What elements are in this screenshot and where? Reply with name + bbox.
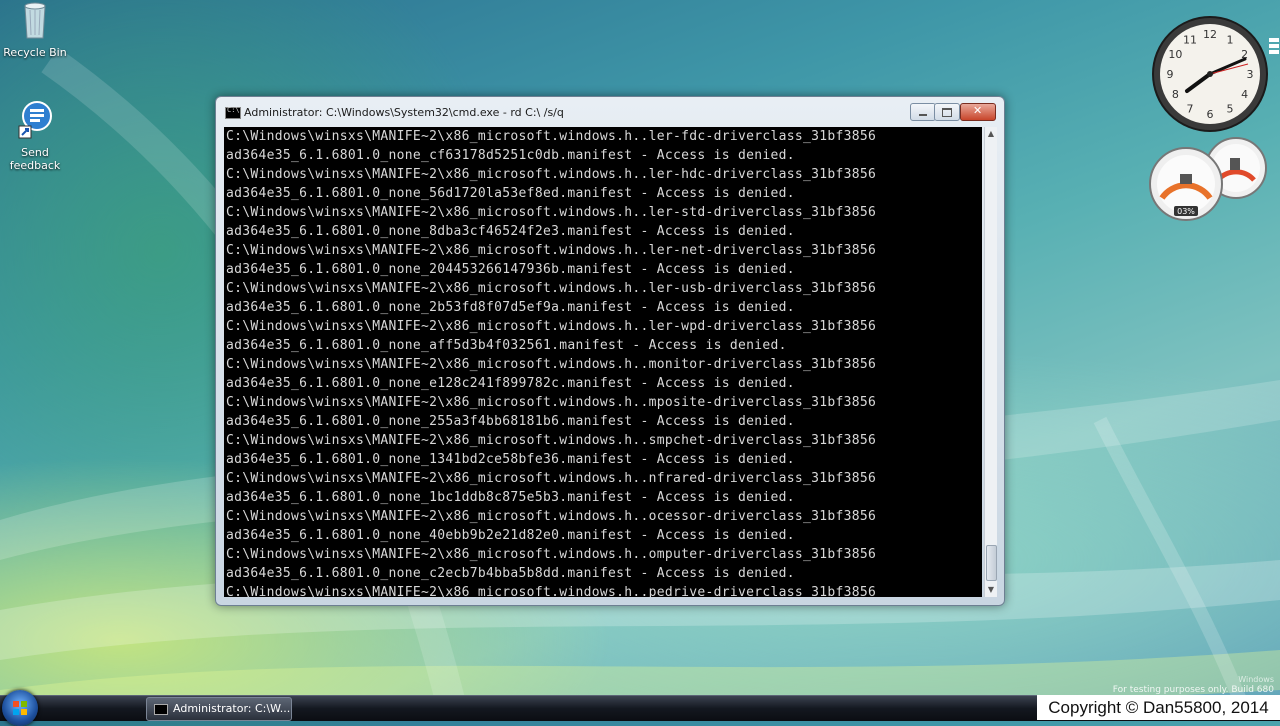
console-line: ad364e35_6.1.6801.0_none_40ebb9b2e21d82e… [226, 528, 795, 543]
console-line: C:\Windows\winsxs\MANIFE~2\x86_microsoft… [226, 205, 877, 220]
console-line: ad364e35_6.1.6801.0_none_e128c241f899782… [226, 376, 795, 391]
scroll-thumb[interactable] [986, 545, 997, 581]
cmd-app-icon[interactable] [225, 106, 241, 119]
windows-flag-icon [13, 701, 27, 715]
cpu-percent-readout: 03% [1177, 207, 1195, 216]
clock-number: 12 [1203, 28, 1217, 41]
taskbar-cmd-button[interactable]: Administrator: C:\W... [146, 697, 292, 721]
console-line: C:\Windows\winsxs\MANIFE~2\x86_microsoft… [226, 281, 877, 296]
console-lines: C:\Windows\winsxs\MANIFE~2\x86_microsoft… [226, 127, 876, 597]
minimize-button[interactable] [910, 103, 936, 121]
cmd-title-bar[interactable]: Administrator: C:\Windows\System32\cmd.e… [216, 97, 1004, 125]
maximize-button[interactable] [934, 103, 960, 121]
console-line: ad364e35_6.1.6801.0_none_56d1720la53ef8e… [226, 186, 795, 201]
console-line: ad364e35_6.1.6801.0_none_2b53fd8f07d5ef9… [226, 300, 795, 315]
console-line: C:\Windows\winsxs\MANIFE~2\x86_microsoft… [226, 471, 877, 486]
console-line: ad364e35_6.1.6801.0_none_c2ecb7b4bba5b8d… [226, 566, 795, 581]
console-line: C:\Windows\winsxs\MANIFE~2\x86_microsoft… [226, 243, 877, 258]
clock-gadget[interactable]: 12 1234567891011 [1150, 14, 1270, 134]
scroll-down-arrow-icon[interactable]: ▼ [985, 583, 997, 597]
cmd-window[interactable]: Administrator: C:\Windows\System32\cmd.e… [215, 96, 1005, 606]
taskbar-cmd-label: Administrator: C:\W... [173, 702, 291, 715]
feedback-icon [18, 101, 52, 139]
clock-number: 9 [1167, 68, 1174, 81]
cpu-meter-icon [1180, 174, 1192, 184]
console-line: C:\Windows\winsxs\MANIFE~2\x86_microsoft… [226, 509, 877, 524]
console-line: C:\Windows\winsxs\MANIFE~2\x86_microsoft… [226, 129, 877, 144]
clock-number: 1 [1227, 33, 1234, 46]
console-line: C:\Windows\winsxs\MANIFE~2\x86_microsoft… [226, 357, 877, 372]
console-line: C:\Windows\winsxs\MANIFE~2\x86_microsoft… [226, 167, 877, 182]
console-scrollbar[interactable]: ▲ ▼ [984, 127, 997, 597]
console-line: ad364e35_6.1.6801.0_none_cf63178d5251c0d… [226, 148, 795, 163]
console-line: ad364e35_6.1.6801.0_none_1341bd2ce58bfe3… [226, 452, 795, 467]
console-line: ad364e35_6.1.6801.0_none_204453266147936… [226, 262, 795, 277]
clock-number: 3 [1247, 68, 1254, 81]
start-button[interactable] [2, 690, 38, 726]
scroll-up-arrow-icon[interactable]: ▲ [985, 127, 997, 141]
console-line: C:\Windows\winsxs\MANIFE~2\x86_microsoft… [226, 433, 877, 448]
send-feedback-label: Send feedback [9, 146, 61, 172]
console-line: C:\Windows\winsxs\MANIFE~2\x86_microsoft… [226, 319, 877, 334]
sidebar-toggle-icon[interactable] [1268, 36, 1280, 56]
watermark-line-2: For testing purposes only. Build 680 [1112, 685, 1274, 695]
recycle-bin-label: Recycle Bin [3, 46, 67, 59]
console-line: C:\Windows\winsxs\MANIFE~2\x86_microsoft… [226, 395, 877, 410]
copyright-overlay: Copyright © Dan55800, 2014 [1037, 695, 1280, 720]
clock-number: 5 [1227, 103, 1234, 116]
watermark-line-1: Windows [1238, 675, 1274, 684]
clock-number: 8 [1172, 88, 1179, 101]
clock-number: 4 [1241, 88, 1248, 101]
memory-meter-icon [1230, 158, 1240, 170]
recycle-bin-shortcut[interactable]: Recycle Bin [0, 0, 70, 59]
console-line: C:\Windows\winsxs\MANIFE~2\x86_microsoft… [226, 547, 877, 562]
cmd-taskbar-icon [154, 704, 168, 715]
build-watermark: Windows For testing purposes only. Build… [1113, 675, 1274, 695]
console-output[interactable]: C:\Windows\winsxs\MANIFE~2\x86_microsoft… [224, 127, 982, 597]
console-line: ad364e35_6.1.6801.0_none_8dba3cf46524f2e… [226, 224, 795, 239]
console-line: ad364e35_6.1.6801.0_none_aff5d3b4f032561… [226, 338, 787, 353]
clock-number: 6 [1207, 108, 1214, 121]
cmd-window-title: Administrator: C:\Windows\System32\cmd.e… [244, 106, 564, 119]
clock-number: 7 [1187, 103, 1194, 116]
console-line: C:\Windows\winsxs\MANIFE~2\x86_microsoft… [226, 585, 877, 597]
recycle-bin-icon [24, 2, 46, 39]
console-line: ad364e35_6.1.6801.0_none_255a3f4bb68181b… [226, 414, 795, 429]
cpu-meter-gadget[interactable]: 03% [1148, 136, 1270, 222]
clock-number: 11 [1183, 33, 1197, 46]
close-button[interactable] [960, 103, 996, 121]
clock-number: 10 [1168, 48, 1182, 61]
send-feedback-shortcut[interactable]: Send feedback [0, 100, 70, 172]
console-line: ad364e35_6.1.6801.0_none_1bc1ddb8c875e5b… [226, 490, 795, 505]
